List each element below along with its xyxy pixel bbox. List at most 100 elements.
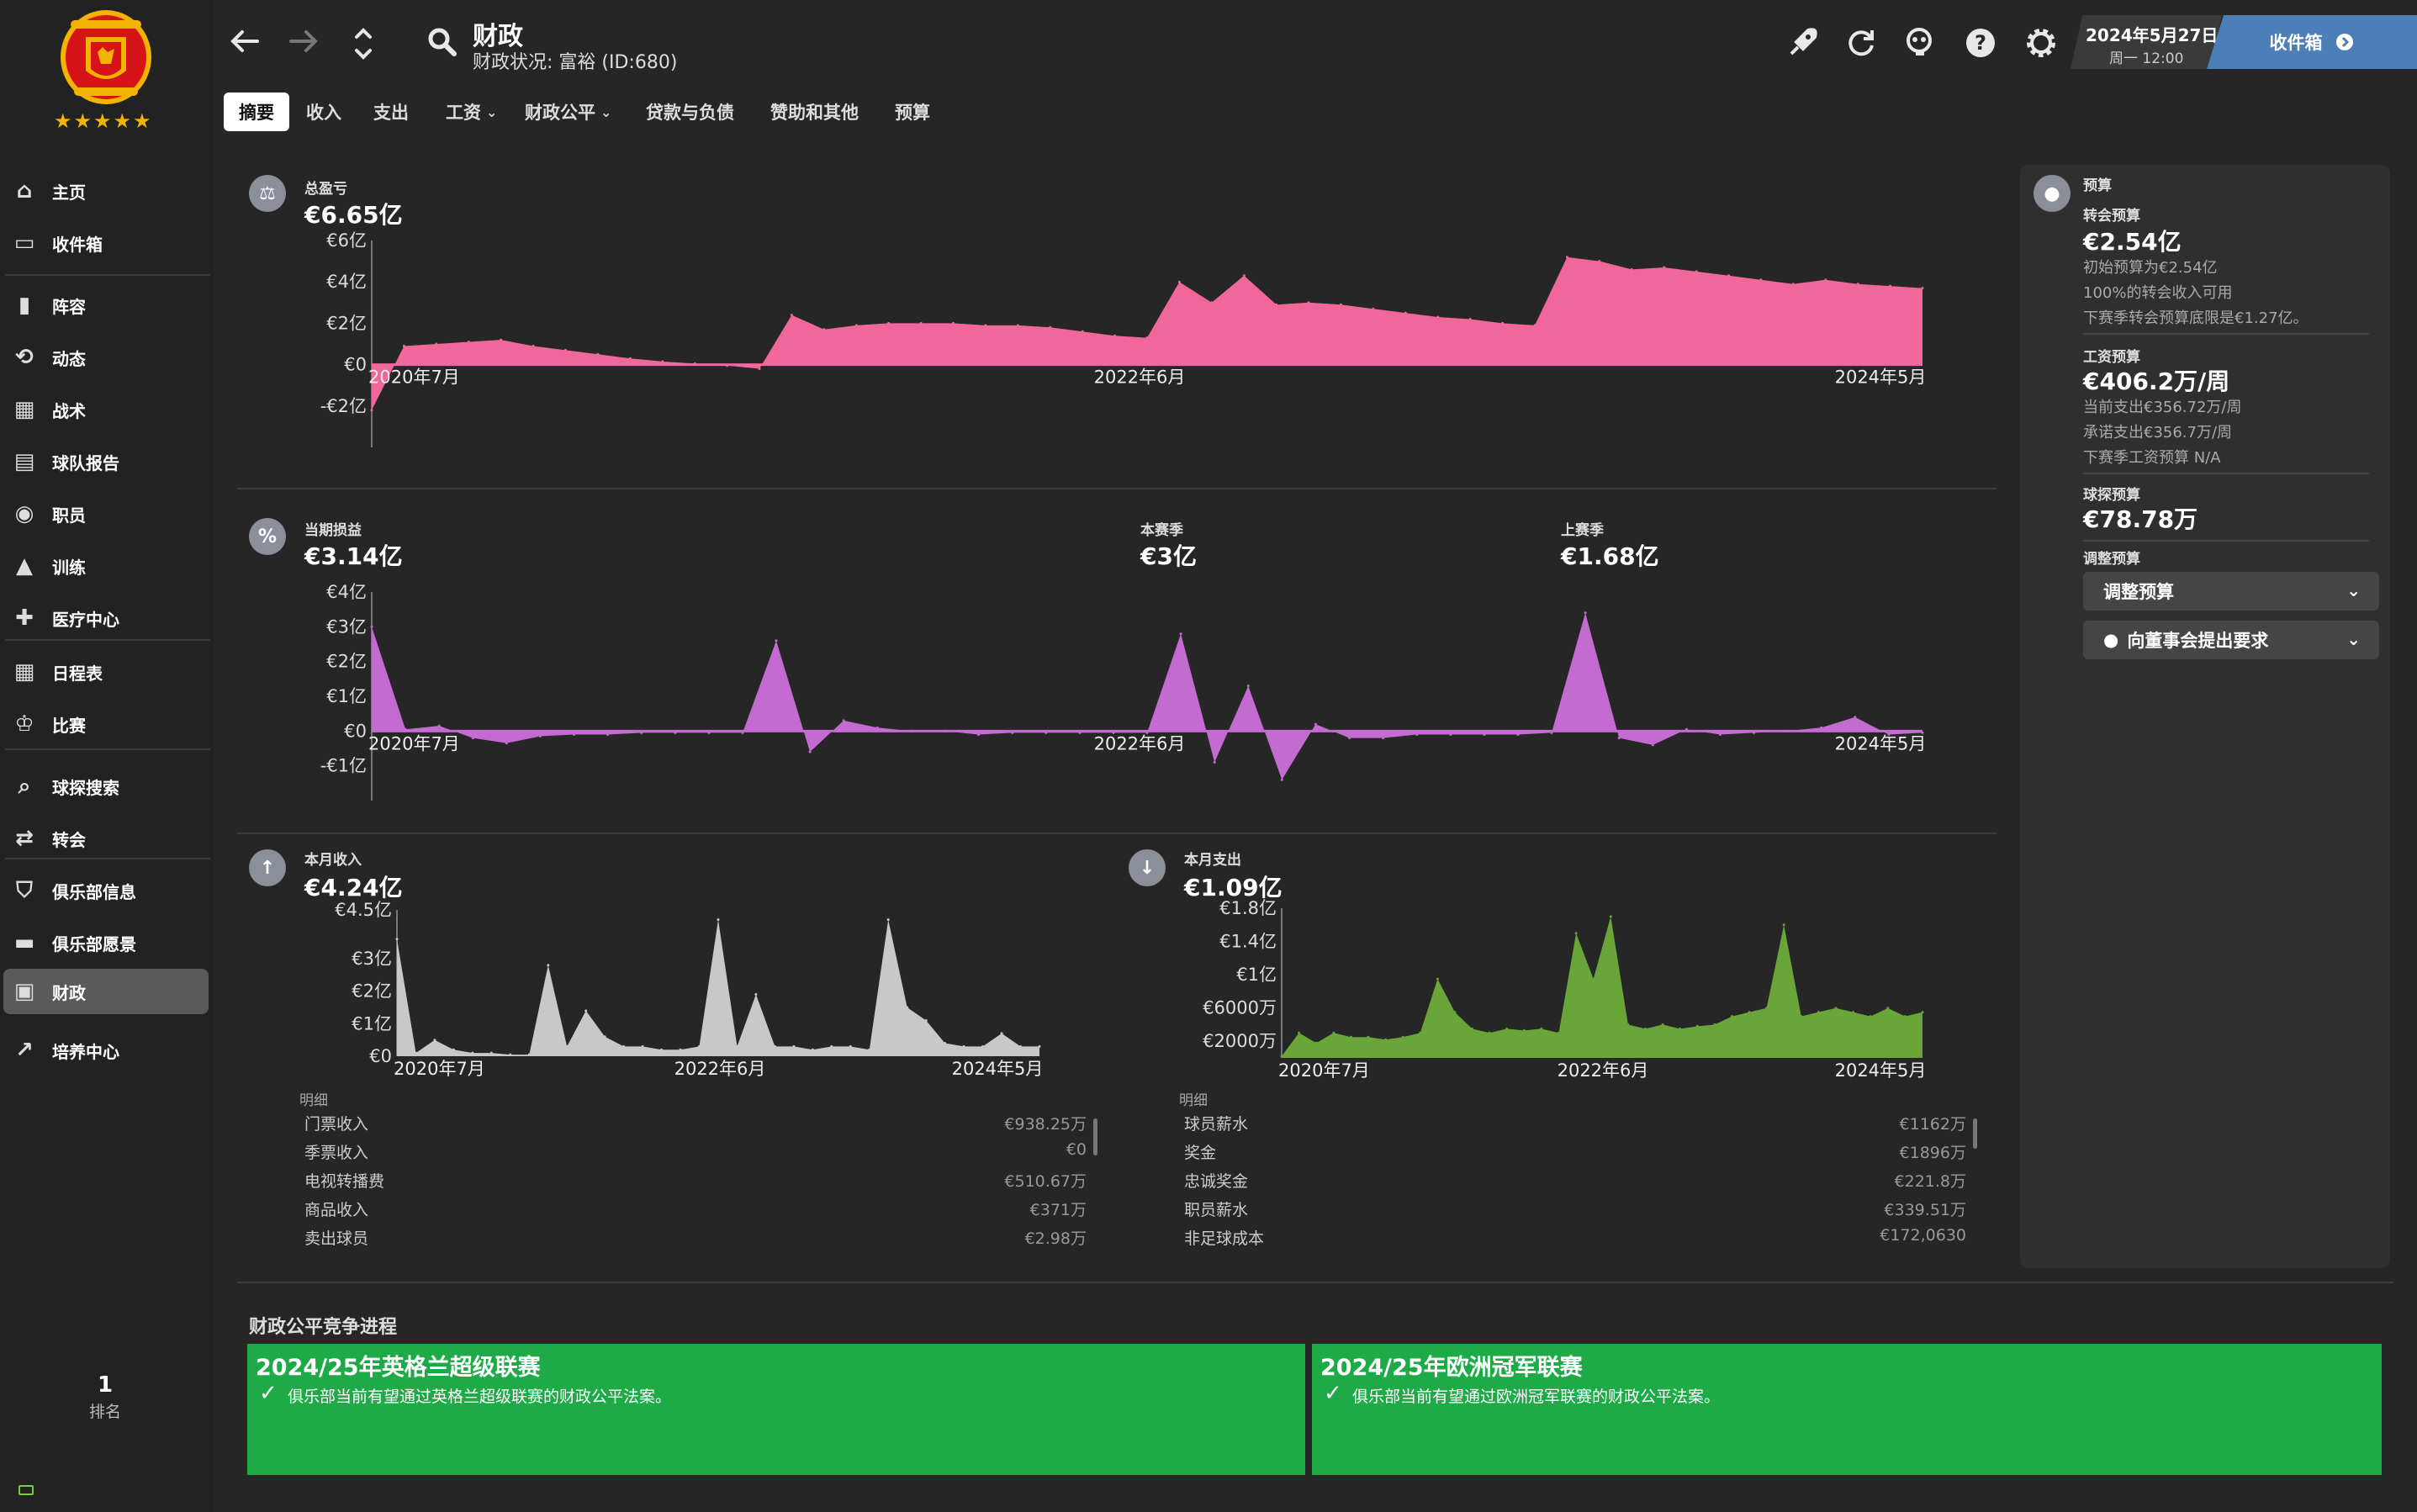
ai-assistant-icon[interactable] (1901, 24, 1939, 62)
profit-data-point (1617, 737, 1621, 740)
profit-data-point (437, 724, 441, 727)
profit-data-point (1246, 685, 1250, 688)
expense-chart[interactable]: €1.8亿 €1.4亿 €1亿 €6000万 €2000万2020年7月 2022年6月 2… (1177, 898, 1985, 1085)
x-tick-label: 2022年6月 (1558, 1060, 1649, 1081)
chevron-down-icon: ⌄ (2346, 580, 2361, 600)
profit-chart[interactable]: €4亿 €3亿 €2亿 €1亿 €0 -€1亿2020年7月 2022年6月 2024年5月 (303, 580, 1976, 807)
tab-7[interactable]: 预算 (880, 93, 945, 131)
sidebar-item-label: 财政 (52, 982, 86, 1003)
continue-inbox-button[interactable]: 收件箱 (2207, 15, 2417, 69)
breakdown-row[interactable]: 奖金 €1896万 (1184, 1140, 1966, 1163)
back-arrow-icon[interactable] (227, 24, 262, 66)
income-data-point (830, 1044, 833, 1048)
profit-data-point (1584, 611, 1587, 615)
income-data-point (603, 1035, 606, 1039)
income-data-point (886, 918, 890, 922)
balance-data-point (1727, 274, 1730, 278)
expense-area-series (1282, 916, 1922, 1058)
forward-arrow-icon[interactable] (286, 24, 321, 66)
sidebar-item-home[interactable]: ⌂ 主页 (0, 168, 210, 214)
expand-collapse-icon[interactable] (348, 25, 378, 70)
profit-data-point (1719, 733, 1722, 736)
breakdown-row[interactable]: 门票收入 €938.25万 (304, 1112, 1087, 1134)
transfer-note: 下赛季转会预算底限是€1.27亿。 (2083, 309, 2309, 327)
sidebar-item-training[interactable]: ▲ 训练 (0, 543, 210, 589)
sidebar-item-chart[interactable]: ↗ 培养中心 (0, 1028, 210, 1073)
expense-data-point (1713, 1023, 1716, 1026)
last-season-value: €1.68亿 (1561, 542, 1659, 570)
income-chart[interactable]: €4.5亿 €3亿 €2亿 €1亿 €02020年7月 2022年6月 2024年5月 (303, 900, 1102, 1085)
medical-icon: ✚ (15, 605, 34, 631)
rocket-icon[interactable] (1783, 24, 1822, 62)
breakdown-row[interactable]: 卖出球员 €2.98万 (304, 1226, 1087, 1249)
profit-data-point (1179, 632, 1182, 636)
ffp-card-premier-league[interactable]: 2024/25年英格兰超级联赛 ✓ 俱乐部当前有望通过英格兰超级联赛的财政公平法… (247, 1344, 1305, 1475)
breakdown-row[interactable]: 职员薪水 €339.51万 (1184, 1197, 1966, 1220)
sidebar-item-calendar[interactable]: ▦ 日程表 (0, 649, 210, 695)
ffp-card-champions-league[interactable]: 2024/25年欧洲冠军联赛 ✓ 俱乐部当前有望通过欧洲冠军联赛的财政公平法案。 (1312, 1344, 2382, 1475)
board-request-dropdown[interactable]: ● 向董事会提出要求 ⌄ (2083, 621, 2379, 659)
sidebar-item-inbox[interactable]: ▭ 收件箱 (0, 220, 210, 266)
game-date[interactable]: 2024年5月27日 周一 12:00 (2071, 15, 2222, 69)
breakdown-row[interactable]: 商品收入 €371万 (304, 1197, 1087, 1220)
tab-0[interactable]: 摘要 (224, 93, 289, 131)
balance-data-point (564, 348, 567, 352)
sidebar-item-briefcase[interactable]: ▬ 俱乐部愿景 (0, 920, 210, 965)
settings-gear-icon[interactable] (2022, 24, 2060, 62)
breakdown-row[interactable]: 忠诚奖金 €221.8万 (1184, 1169, 1966, 1192)
tab-4[interactable]: 财政公平 ⌄ (510, 93, 627, 131)
breakdown-name: 奖金 (1184, 1144, 1217, 1162)
sidebar-item-trophy[interactable]: ♔ 比赛 (0, 701, 210, 747)
search-icon[interactable] (426, 25, 459, 66)
sidebar-item-label: 阵容 (52, 296, 86, 317)
league-rank[interactable]: 1 排名 (76, 1372, 135, 1422)
y-tick-label: €2亿 (352, 981, 392, 1002)
tab-6[interactable]: 赞助和其他 (755, 93, 874, 131)
balance-chart[interactable]: €6亿 €4亿 €2亿 €0 -€2亿2020年7月 2022年6月 2024年5月 (303, 227, 1976, 454)
sidebar-item-search[interactable]: ⌕ 球探搜索 (0, 764, 210, 809)
expense-data-point (1800, 1015, 1803, 1018)
y-tick-label: €0 (369, 1046, 392, 1066)
breakdown-row[interactable]: 电视转播费 €510.67万 (304, 1169, 1087, 1192)
x-tick-label: 2020年7月 (368, 733, 460, 753)
sidebar-item-medical[interactable]: ✚ 医疗中心 (0, 595, 210, 641)
profit-data-point (1348, 737, 1351, 740)
sidebar-item-shirt[interactable]: ▮ 阵容 (0, 283, 210, 328)
breakdown-row[interactable]: 非足球成本 €172,0630 (1184, 1226, 1966, 1249)
sidebar-item-dynamics[interactable]: ⟲ 动态 (0, 335, 210, 380)
income-area-series (397, 919, 1039, 1056)
profit-data-point (1651, 743, 1654, 747)
expense-scrollbar[interactable] (1973, 1118, 1977, 1149)
chevron-down-icon: ⌄ (600, 103, 612, 120)
sidebar-item-tactics[interactable]: ▦ 战术 (0, 387, 210, 432)
panel-divider (237, 1282, 2393, 1283)
x-tick-label: 2020年7月 (368, 367, 460, 388)
nav-divider (5, 274, 210, 276)
balance-data-point (1307, 301, 1310, 304)
adjust-budget-dropdown[interactable]: 调整预算 ⌄ (2083, 572, 2379, 611)
club-crest-logo[interactable] (49, 3, 163, 108)
expense-data-point (1626, 1023, 1630, 1026)
income-scrollbar[interactable] (1093, 1118, 1097, 1155)
sidebar-item-label: 医疗中心 (52, 609, 119, 630)
income-data-point (717, 918, 720, 922)
ffp-card-title: 2024/25年欧洲冠军联赛 (1320, 1355, 1583, 1381)
sidebar-item-shield[interactable]: ⛉ 俱乐部信息 (0, 868, 210, 913)
sidebar-item-staff[interactable]: ◉ 职员 (0, 491, 210, 537)
sidebar-item-transfer[interactable]: ⇄ 转会 (0, 816, 210, 861)
tab-5[interactable]: 贷款与负债 (631, 93, 749, 131)
sidebar-item-report[interactable]: ▤ 球队报告 (0, 439, 210, 484)
expense-data-point (1471, 1027, 1473, 1030)
sidebar-item-money[interactable]: ▣ 财政 (3, 969, 209, 1014)
tab-1[interactable]: 收入 (291, 93, 357, 131)
refresh-icon[interactable] (1842, 24, 1880, 62)
status-indicator-icon[interactable] (19, 1485, 34, 1495)
breakdown-row[interactable]: 球员薪水 €1162万 (1184, 1112, 1966, 1134)
tab-3[interactable]: 工资 ⌄ (431, 93, 512, 131)
y-tick-label: €2亿 (326, 313, 367, 333)
help-icon[interactable]: ? (1961, 24, 2000, 62)
tab-2[interactable]: 支出 (358, 93, 424, 131)
breakdown-row[interactable]: 季票收入 €0 (304, 1140, 1087, 1163)
profit-data-point (538, 735, 542, 737)
income-data-point (622, 1044, 626, 1048)
